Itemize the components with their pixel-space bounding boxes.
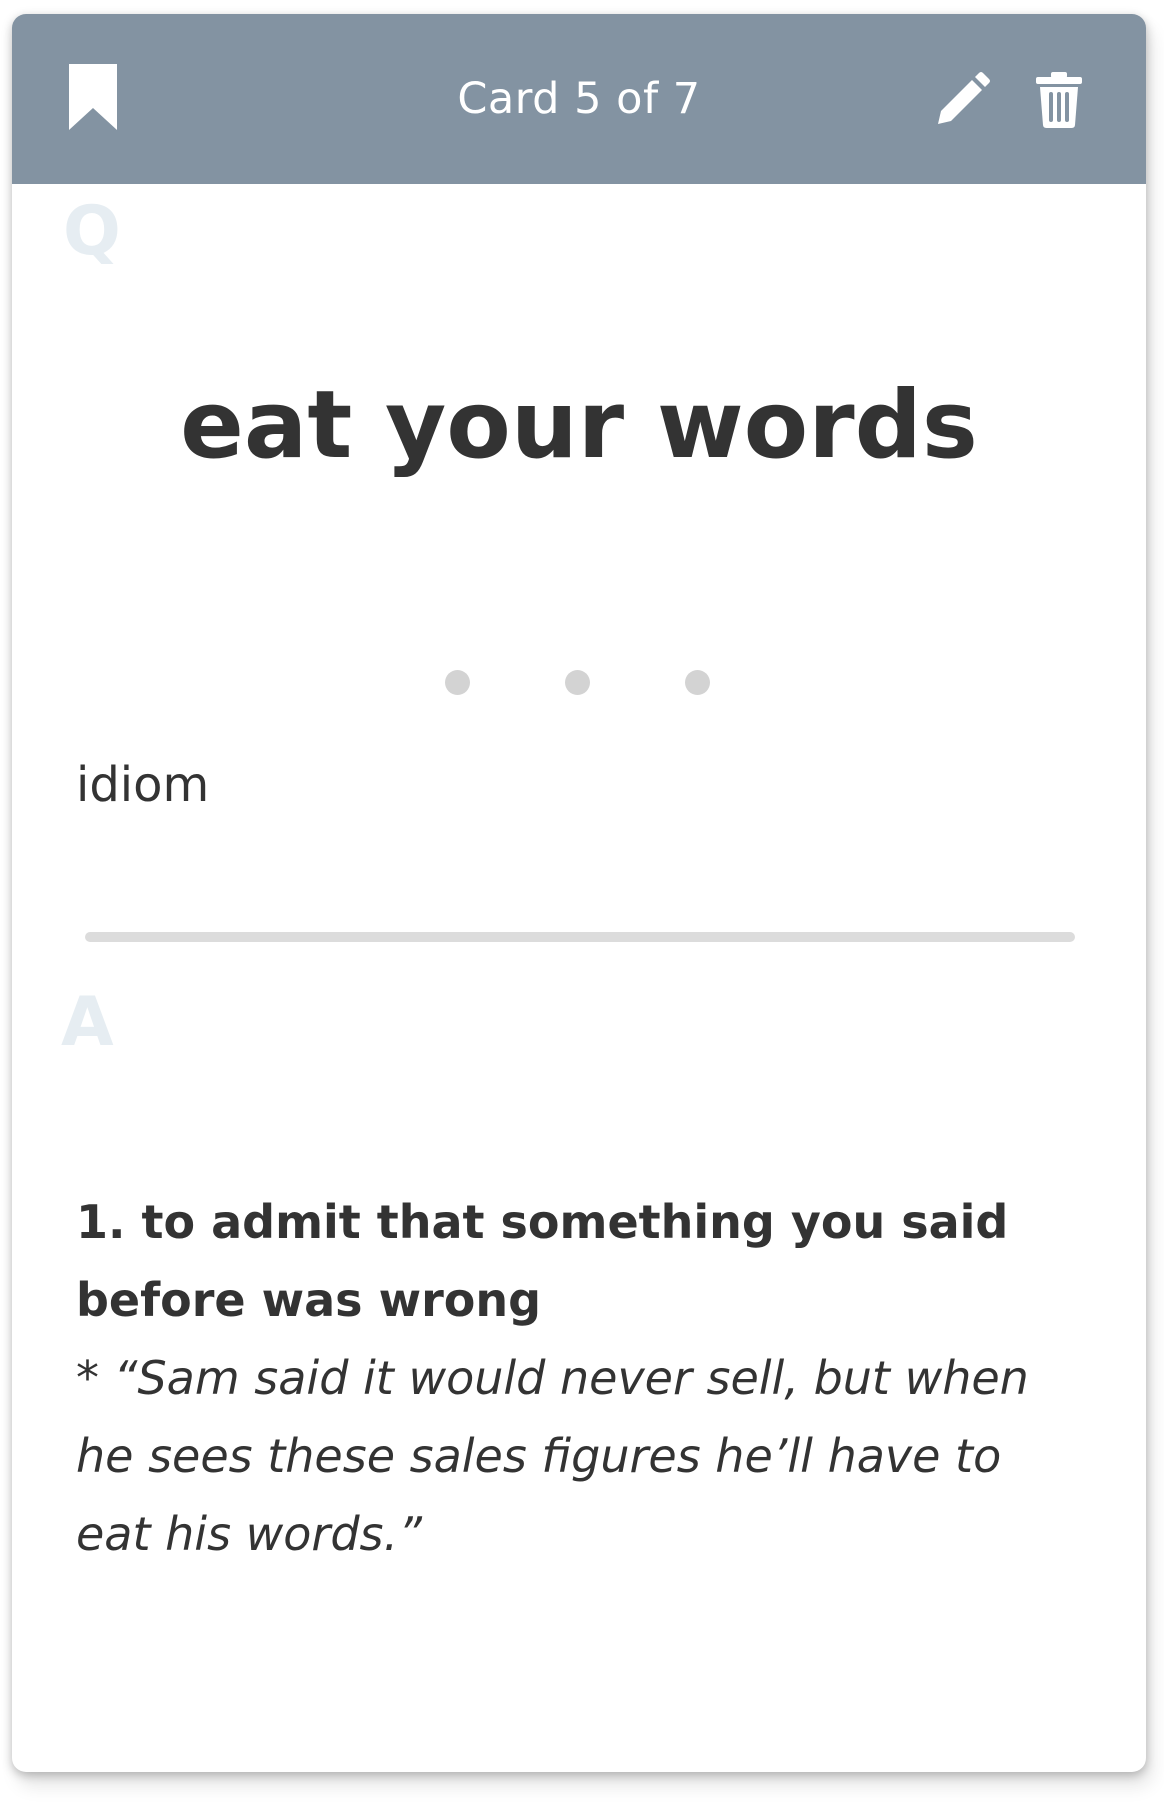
dot xyxy=(565,670,590,695)
answer-section-letter: A xyxy=(61,983,114,1062)
divider xyxy=(85,932,1075,942)
more-options-dots[interactable] xyxy=(445,670,725,696)
pencil-icon[interactable] xyxy=(938,72,990,124)
question-term: eat your words xyxy=(180,371,978,480)
part-of-speech: idiom xyxy=(76,757,210,813)
answer-definition: 1. to admit that something you said befo… xyxy=(76,1195,1009,1327)
card-header: Card 5 of 7 xyxy=(12,14,1146,184)
answer-body: 1. to admit that something you said befo… xyxy=(76,1183,1086,1573)
answer-example: * “Sam said it would never sell, but whe… xyxy=(76,1351,1029,1561)
flashcard: Card 5 of 7 Q eat your words idiom A 1. … xyxy=(12,14,1146,1772)
question-section-letter: Q xyxy=(63,192,121,271)
dot xyxy=(685,670,710,695)
trash-icon[interactable] xyxy=(1036,72,1082,128)
dot xyxy=(445,670,470,695)
